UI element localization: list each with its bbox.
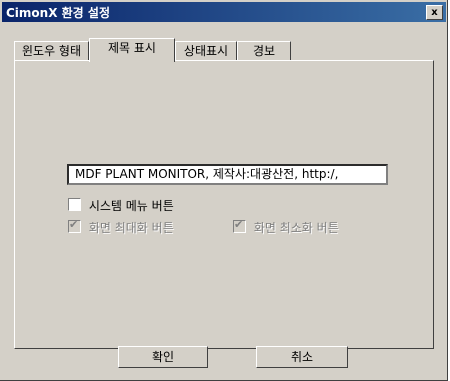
minimize-button-checkbox[interactable]: ✔ 화면 최소화 버튼 xyxy=(233,218,339,235)
maximize-button-checkbox[interactable]: ✔ 화면 최대화 버튼 xyxy=(68,218,174,235)
tab-title-display[interactable]: 제목 표시 xyxy=(89,38,175,62)
ok-button[interactable]: 확인 xyxy=(118,346,208,368)
minimize-button-label: 화면 최소화 버튼 xyxy=(253,221,339,235)
tab-status-display[interactable]: 상태표시 xyxy=(175,41,237,60)
cancel-button[interactable]: 취소 xyxy=(256,346,348,368)
tab-alarm[interactable]: 경보 xyxy=(237,41,291,60)
window-title: CimonX 환경 설정 xyxy=(6,6,110,20)
checkbox-unchecked-icon xyxy=(68,198,81,211)
checkmark-icon: ✔ xyxy=(233,218,246,233)
maximize-button-label: 화면 최대화 버튼 xyxy=(88,221,174,235)
settings-dialog: CimonX 환경 설정 x 윈도우 형태 제목 표시 상태표시 경보 MDF … xyxy=(0,0,448,381)
system-menu-checkbox[interactable]: 시스템 메뉴 버튼 xyxy=(68,197,174,213)
system-menu-label: 시스템 메뉴 버튼 xyxy=(88,199,174,213)
title-bar: CimonX 환경 설정 x xyxy=(2,2,446,22)
title-text-field[interactable]: MDF PLANT MONITOR, 제작사:대광산전, http:/, xyxy=(67,164,388,185)
tab-window-style[interactable]: 윈도우 형태 xyxy=(14,41,89,60)
checkmark-icon: ✔ xyxy=(68,218,81,233)
close-button[interactable]: x xyxy=(426,5,443,20)
